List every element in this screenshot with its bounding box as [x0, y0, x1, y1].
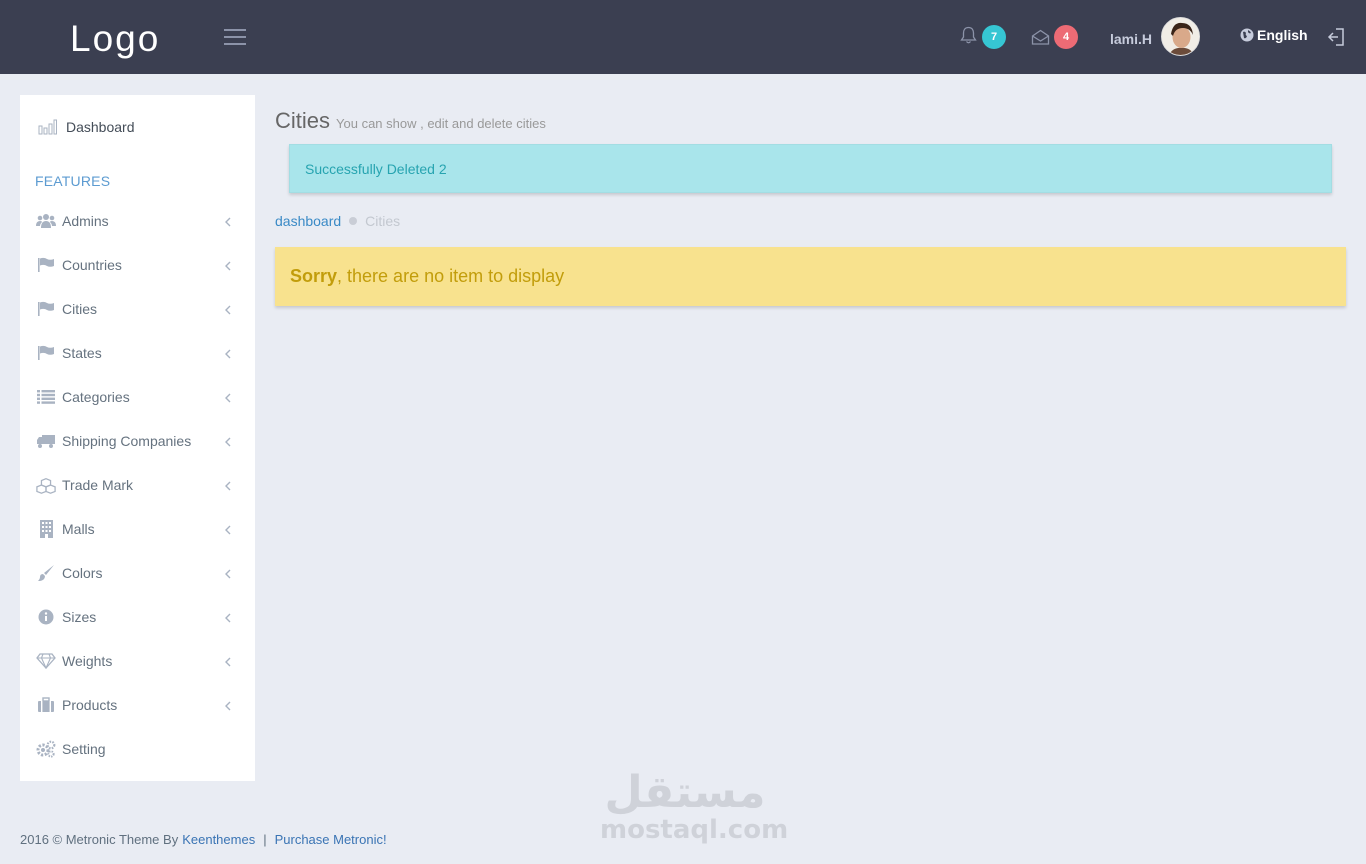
- chevron-left-icon: [225, 393, 231, 403]
- avatar[interactable]: [1161, 17, 1200, 56]
- sidebar-item-sizes[interactable]: Sizes: [20, 595, 255, 639]
- gears-icon: [36, 739, 56, 759]
- sidebar-section-heading: FEATURES: [35, 173, 111, 189]
- empty-state-alert: Sorry, there are no item to display: [275, 247, 1346, 306]
- sidebar-item-label: Sizes: [62, 609, 97, 625]
- page-subtitle: You can show , edit and delete cities: [336, 116, 546, 131]
- suitcase-icon: [36, 695, 56, 715]
- sidebar-item-label: Trade Mark: [62, 477, 134, 493]
- warning-text: , there are no item to display: [337, 266, 565, 286]
- footer: 2016 © Metronic Theme By Keenthemes | Pu…: [20, 832, 387, 847]
- info-icon: [36, 607, 56, 627]
- sidebar-item-label: Dashboard: [66, 119, 135, 135]
- list-icon: [36, 387, 56, 407]
- chevron-left-icon: [225, 437, 231, 447]
- sidebar-item-colors[interactable]: Colors: [20, 551, 255, 595]
- sidebar-item-label: Products: [62, 697, 118, 713]
- watermark-latin: mostaql.com: [600, 815, 789, 845]
- building-icon: [36, 519, 56, 539]
- users-icon: [36, 211, 56, 231]
- chevron-left-icon: [225, 525, 231, 535]
- sidebar-item-label: Weights: [62, 653, 113, 669]
- truck-icon: [36, 431, 56, 451]
- watermark: مستقل mostaql.com: [600, 767, 789, 845]
- messages-badge[interactable]: 4: [1054, 25, 1078, 49]
- footer-author-link[interactable]: Keenthemes: [182, 832, 255, 847]
- sidebar-item-label: States: [62, 345, 102, 361]
- sidebar-item-malls[interactable]: Malls: [20, 507, 255, 551]
- sidebar-item-label: Colors: [62, 565, 103, 581]
- warning-strong-text: Sorry: [290, 266, 338, 286]
- chevron-left-icon: [225, 569, 231, 579]
- footer-copyright: 2016 © Metronic Theme By: [20, 832, 179, 847]
- sidebar-item-states[interactable]: States: [20, 331, 255, 375]
- envelope-open-icon[interactable]: [1031, 29, 1050, 50]
- chevron-left-icon: [225, 217, 231, 227]
- sidebar-item-products[interactable]: Products: [20, 683, 255, 727]
- hamburger-menu-icon[interactable]: [224, 29, 246, 45]
- sidebar-item-label: Shipping Companies: [62, 433, 192, 449]
- bar-chart-icon: [38, 119, 57, 135]
- chevron-left-icon: [225, 657, 231, 667]
- sidebar-item-shipping-companies[interactable]: Shipping Companies: [20, 419, 255, 463]
- page-title: Cities: [275, 108, 331, 133]
- paint-brush-icon: [36, 563, 56, 583]
- sidebar: Dashboard FEATURES Admins Countries Citi…: [20, 95, 255, 781]
- sidebar-item-label: Setting: [62, 741, 106, 757]
- diamond-icon: [36, 651, 56, 671]
- breadcrumb: dashboard Cities: [275, 213, 400, 229]
- sidebar-item-label: Countries: [62, 257, 122, 273]
- sidebar-item-label: Malls: [62, 521, 95, 537]
- language-label: English: [1257, 27, 1308, 43]
- top-header: Logo 7 4 lami.H English: [0, 0, 1366, 74]
- username[interactable]: lami.H: [1110, 31, 1152, 47]
- sidebar-item-weights[interactable]: Weights: [20, 639, 255, 683]
- sidebar-item-admins[interactable]: Admins: [20, 199, 255, 243]
- logout-icon[interactable]: [1327, 27, 1345, 52]
- sidebar-item-countries[interactable]: Countries: [20, 243, 255, 287]
- flag-icon: [36, 255, 56, 275]
- chevron-left-icon: [225, 613, 231, 623]
- chevron-left-icon: [225, 349, 231, 359]
- success-message: Successfully Deleted 2: [305, 160, 447, 177]
- breadcrumb-current: Cities: [365, 213, 401, 229]
- sidebar-item-label: Cities: [62, 301, 98, 317]
- sidebar-item-label: Admins: [62, 213, 109, 229]
- sidebar-item-setting[interactable]: Setting: [20, 727, 255, 771]
- sidebar-item-dashboard[interactable]: Dashboard: [20, 95, 255, 159]
- globe-icon: [1240, 28, 1254, 42]
- logo[interactable]: Logo: [70, 18, 160, 60]
- flag-icon: [36, 299, 56, 319]
- sidebar-item-categories[interactable]: Categories: [20, 375, 255, 419]
- watermark-arabic: مستقل: [604, 767, 766, 818]
- page-header: Cities You can show , edit and delete ci…: [275, 108, 546, 134]
- chevron-left-icon: [225, 481, 231, 491]
- bell-icon[interactable]: [960, 26, 977, 50]
- footer-purchase-link[interactable]: Purchase Metronic!: [275, 832, 387, 847]
- chevron-left-icon: [225, 701, 231, 711]
- chevron-left-icon: [225, 305, 231, 315]
- flag-icon: [36, 343, 56, 363]
- footer-separator: |: [263, 832, 267, 847]
- success-alert: Successfully Deleted 2: [289, 144, 1332, 193]
- sidebar-item-label: Categories: [62, 389, 130, 405]
- breadcrumb-separator-icon: [349, 217, 358, 225]
- cubes-icon: [36, 475, 56, 495]
- chevron-left-icon: [225, 261, 231, 271]
- language-selector[interactable]: English: [1240, 27, 1308, 43]
- breadcrumb-home-link[interactable]: dashboard: [275, 213, 341, 229]
- sidebar-item-cities[interactable]: Cities: [20, 287, 255, 331]
- sidebar-item-trade-mark[interactable]: Trade Mark: [20, 463, 255, 507]
- notifications-badge[interactable]: 7: [982, 25, 1006, 49]
